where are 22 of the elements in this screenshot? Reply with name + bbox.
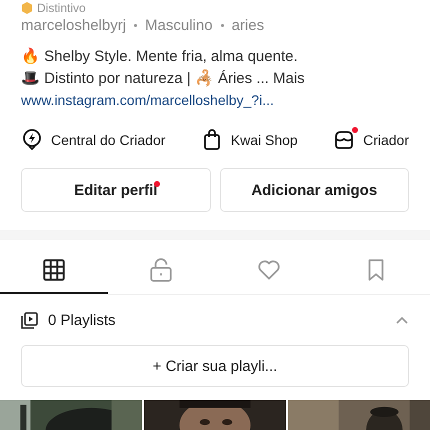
store-icon bbox=[333, 128, 356, 152]
caret-icon[interactable] bbox=[395, 315, 409, 325]
badge-icon bbox=[21, 2, 33, 14]
grid-icon bbox=[40, 257, 67, 283]
profile-link[interactable]: www.instagram.com/marcelloshelby_?i... bbox=[21, 92, 274, 108]
shortcut-button[interactable]: Central do Criador bbox=[21, 128, 166, 152]
shortcut-button[interactable]: Kwai Shop bbox=[200, 128, 298, 152]
bio-text: 🎩 Distinto por natureza | 🦂 Áries ... bbox=[21, 70, 269, 87]
profile-info: Masculino bbox=[145, 17, 213, 34]
more-link[interactable]: Mais bbox=[273, 70, 305, 87]
bolt-icon bbox=[21, 128, 43, 152]
bio-text: 🔥 Shelby Style. Mente fria, alma quente. bbox=[21, 48, 298, 65]
profile-info: marceloshelbyrj bbox=[21, 17, 126, 34]
profile-button[interactable]: Editar perfil bbox=[21, 168, 210, 212]
playlist-icon bbox=[21, 312, 38, 328]
playlists-title: 0 Playlists bbox=[48, 312, 117, 328]
badge-label: Distintivo bbox=[37, 1, 86, 15]
lock-icon bbox=[148, 257, 174, 283]
create-playlist-button[interactable]: + Criar sua playli... bbox=[21, 345, 409, 387]
profile-button[interactable]: Adicionar amigos bbox=[220, 168, 409, 212]
profile-info: aries bbox=[232, 17, 264, 34]
shortcut-button[interactable]: Criador bbox=[333, 128, 409, 152]
